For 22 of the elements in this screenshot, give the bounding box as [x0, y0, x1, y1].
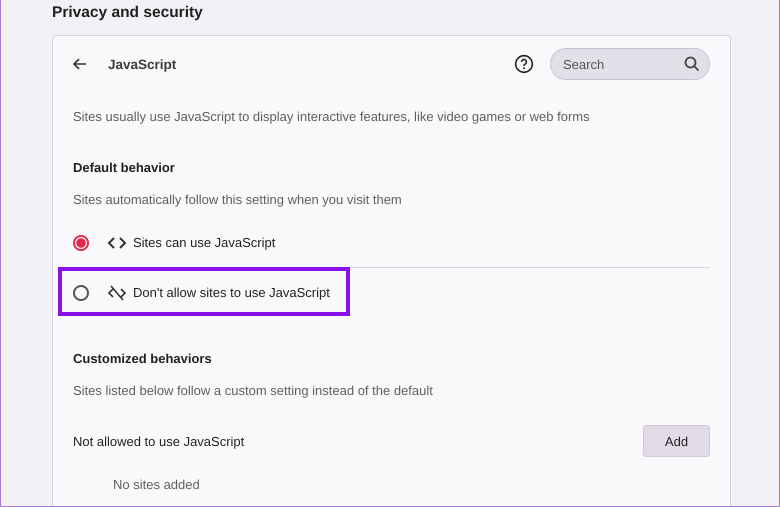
code-off-icon: [107, 284, 127, 300]
section-heading: Customized behaviors: [73, 350, 213, 368]
search-field[interactable]: Search: [550, 48, 710, 80]
code-icon: [107, 234, 127, 250]
add-button[interactable]: Add: [643, 425, 710, 457]
page-description: Sites usually use JavaScript to display interactive features, like video games or web forms: [73, 108, 591, 126]
option-label: Sites can use JavaScript: [133, 235, 276, 250]
section-heading: Default behavior: [73, 159, 176, 177]
section-description: Sites listed below follow a custom setting instead of the default: [73, 382, 434, 400]
search-icon: [684, 56, 700, 72]
back-arrow-icon: [72, 56, 88, 72]
radio-button[interactable]: [73, 284, 89, 300]
section-description: Sites automatically follow this setting when you visit them: [73, 191, 403, 209]
radio-option[interactable]: Don't allow sites to use JavaScript: [73, 268, 710, 317]
radio-option[interactable]: Sites can use JavaScript: [73, 218, 710, 267]
list-title: Not allowed to use JavaScript: [73, 434, 244, 448]
empty-message: No sites added: [113, 477, 200, 493]
option-label: Don't allow sites to use JavaScript: [133, 285, 330, 300]
help-icon[interactable]: [514, 54, 534, 74]
section-title: Privacy and security: [52, 3, 204, 23]
page-title: JavaScript: [108, 56, 176, 72]
radio-button[interactable]: [73, 234, 89, 250]
